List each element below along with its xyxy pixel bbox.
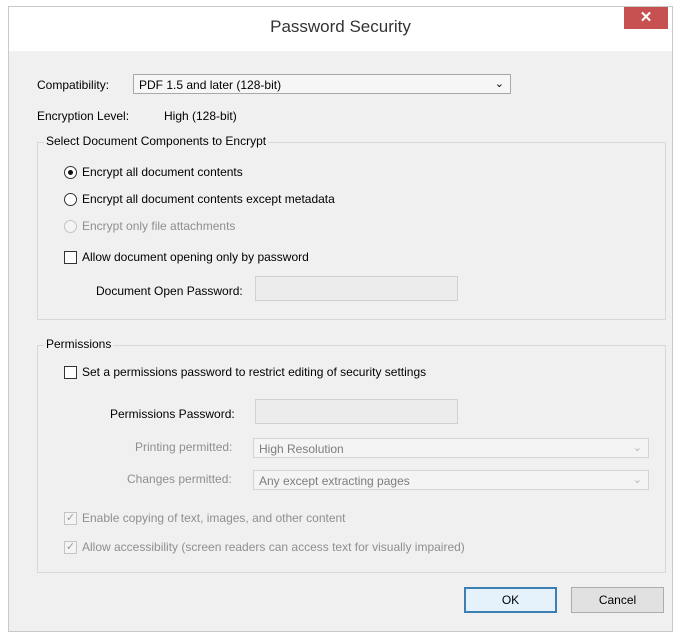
cancel-button[interactable]: Cancel xyxy=(571,587,664,613)
compatibility-label: Compatibility: xyxy=(37,78,110,92)
close-button[interactable]: ✕ xyxy=(624,7,668,29)
dialog-title: Password Security xyxy=(270,17,411,36)
chevron-down-icon: ⌄ xyxy=(494,78,504,90)
checkbox-allow-accessibility-label: Allow accessibility (screen readers can … xyxy=(82,540,465,554)
permissions-password-field xyxy=(255,399,458,424)
title-bar: Password Security ✕ xyxy=(9,7,672,51)
open-password-label: Document Open Password: xyxy=(96,284,243,298)
radio-encrypt-except-metadata-label[interactable]: Encrypt all document contents except met… xyxy=(82,192,335,206)
changes-permitted-label: Changes permitted: xyxy=(127,472,232,486)
compatibility-value: PDF 1.5 and later (128-bit) xyxy=(139,78,282,92)
encryption-level-value: High (128-bit) xyxy=(164,109,237,123)
changes-permitted-select: Any except extracting pages ⌄ xyxy=(253,470,649,490)
printing-permitted-label: Printing permitted: xyxy=(135,440,233,454)
printing-permitted-value: High Resolution xyxy=(259,442,344,456)
chevron-down-icon: ⌄ xyxy=(632,474,642,486)
checkbox-open-password-label[interactable]: Allow document opening only by password xyxy=(82,250,309,264)
password-security-dialog: Password Security ✕ Compatibility: PDF 1… xyxy=(8,6,673,632)
checkbox-open-password[interactable] xyxy=(64,251,77,264)
compatibility-select[interactable]: PDF 1.5 and later (128-bit) ⌄ xyxy=(133,74,511,94)
components-legend: Select Document Components to Encrypt xyxy=(44,134,269,148)
ok-button[interactable]: OK xyxy=(464,587,557,613)
permissions-group xyxy=(37,345,666,573)
checkbox-allow-accessibility: ✓ xyxy=(64,541,77,554)
chevron-down-icon: ⌄ xyxy=(632,442,642,454)
radio-encrypt-except-metadata[interactable] xyxy=(64,193,77,206)
changes-permitted-value: Any except extracting pages xyxy=(259,474,410,488)
permissions-legend: Permissions xyxy=(44,337,114,351)
permissions-password-label: Permissions Password: xyxy=(110,407,235,421)
radio-encrypt-all-label[interactable]: Encrypt all document contents xyxy=(82,165,243,179)
radio-encrypt-attachments-label: Encrypt only file attachments xyxy=(82,219,236,233)
printing-permitted-select: High Resolution ⌄ xyxy=(253,438,649,458)
checkbox-permissions-password[interactable] xyxy=(64,366,77,379)
encryption-level-label: Encryption Level: xyxy=(37,109,130,123)
radio-encrypt-all[interactable] xyxy=(64,166,77,179)
radio-encrypt-attachments xyxy=(64,220,77,233)
open-password-field xyxy=(255,276,458,301)
checkbox-enable-copying: ✓ xyxy=(64,512,77,525)
checkbox-enable-copying-label: Enable copying of text, images, and othe… xyxy=(82,511,346,525)
checkbox-permissions-password-label[interactable]: Set a permissions password to restrict e… xyxy=(82,365,426,379)
